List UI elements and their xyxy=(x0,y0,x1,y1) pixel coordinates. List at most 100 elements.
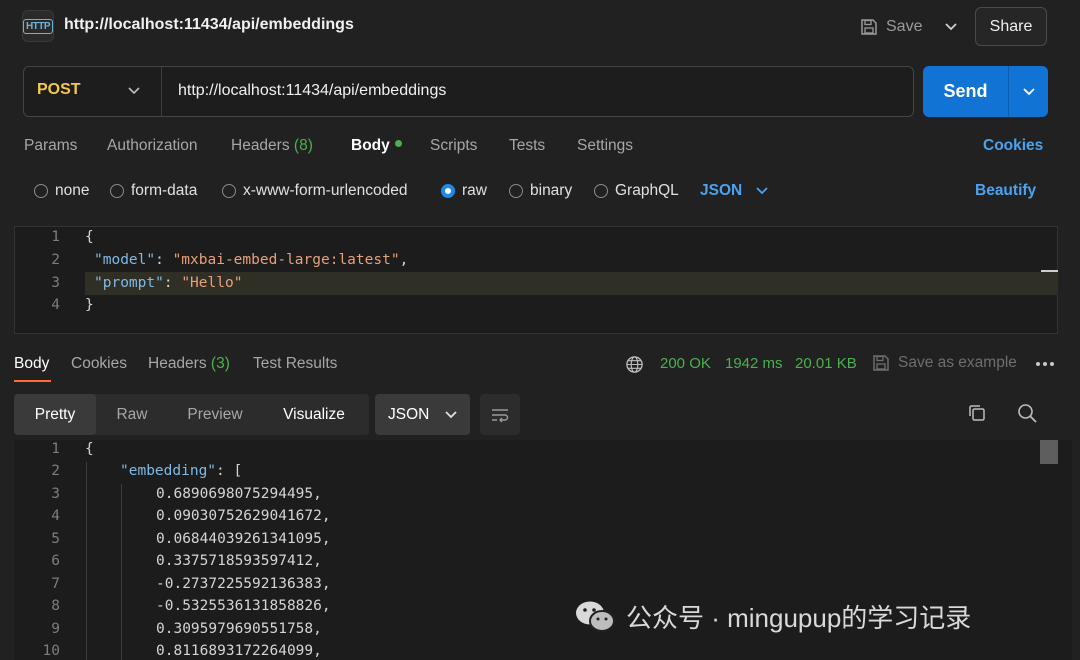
json-array-open: [ xyxy=(233,463,243,479)
share-button[interactable]: Share xyxy=(975,7,1047,46)
code-open-brace: { xyxy=(85,229,94,245)
tab-tests[interactable]: Tests xyxy=(509,137,545,155)
radio-none[interactable]: none xyxy=(34,182,89,200)
response-format-label: JSON xyxy=(388,405,430,423)
chevron-down-icon xyxy=(945,23,957,31)
send-button[interactable]: Send xyxy=(923,66,1008,117)
save-as-example-button[interactable]: Save as example xyxy=(872,354,1017,372)
chevron-down-icon xyxy=(756,187,768,195)
radio-label: raw xyxy=(462,182,487,199)
code-close-brace: } xyxy=(85,297,94,313)
save-options-button[interactable] xyxy=(940,14,962,40)
line-number: 3 xyxy=(51,275,60,291)
embedding-value: 0.8116893172264099, xyxy=(156,643,322,659)
tab-params[interactable]: Params xyxy=(24,137,77,155)
tab-headers[interactable]: Headers (8) xyxy=(231,137,313,155)
radio-circle-selected xyxy=(441,184,455,198)
code-line-model: "model": "mxbai-embed-large:latest", xyxy=(94,252,408,268)
copy-icon[interactable] xyxy=(966,402,988,424)
embedding-value: 0.06844039261341095, xyxy=(156,531,331,547)
radio-urlencoded[interactable]: x-www-form-urlencoded xyxy=(222,182,408,200)
line-number: 4 xyxy=(51,508,60,524)
response-headers-count: (3) xyxy=(210,355,230,372)
save-icon xyxy=(873,355,889,371)
search-icon[interactable] xyxy=(1016,402,1038,424)
response-format-select[interactable]: JSON xyxy=(375,394,470,435)
beautify-button[interactable]: Beautify xyxy=(975,182,1036,200)
response-tab-test-results[interactable]: Test Results xyxy=(253,355,337,373)
url-bar xyxy=(23,66,914,117)
save-as-example-label: Save as example xyxy=(898,354,1017,371)
response-tab-headers[interactable]: Headers (3) xyxy=(148,355,230,373)
status-code[interactable]: 200 OK xyxy=(660,355,711,372)
response-scrollbar-thumb[interactable] xyxy=(1040,440,1058,464)
line-number: 5 xyxy=(51,531,60,547)
wrap-lines-button[interactable] xyxy=(480,394,520,435)
line-number: 2 xyxy=(51,463,60,479)
watermark-text: 公众号 · mingupup的学习记录 xyxy=(626,603,972,633)
json-key: "model" xyxy=(94,252,156,268)
embedding-value: 0.3095979690551758, xyxy=(156,621,322,637)
radio-graphql[interactable]: GraphQL xyxy=(594,182,679,200)
radio-label: form-data xyxy=(131,182,198,199)
radio-label: binary xyxy=(530,182,573,199)
body-format-select[interactable]: JSON xyxy=(700,182,768,200)
code-line-prompt: "prompt": "Hello" xyxy=(94,275,242,291)
view-visualize[interactable]: Visualize xyxy=(268,394,360,435)
embedding-value: -0.5325536131858826, xyxy=(156,598,331,614)
more-options-icon[interactable] xyxy=(1035,356,1055,372)
tab-body-label: Body xyxy=(351,137,390,154)
method-select[interactable]: POST xyxy=(37,81,81,99)
radio-circle xyxy=(594,184,608,198)
view-raw[interactable]: Raw xyxy=(100,394,164,435)
line-number: 9 xyxy=(51,621,60,637)
radio-circle xyxy=(222,184,236,198)
radio-circle xyxy=(110,184,124,198)
embedding-value: 0.09030752629041672, xyxy=(156,508,331,524)
radio-label: GraphQL xyxy=(615,182,679,199)
watermark: 公众号 · mingupup的学习记录 xyxy=(574,598,971,635)
cookies-link[interactable]: Cookies xyxy=(983,137,1043,155)
json-string: "Hello" xyxy=(181,275,243,291)
response-tab-headers-label: Headers xyxy=(148,355,207,372)
view-preview[interactable]: Preview xyxy=(172,394,258,435)
url-input[interactable]: http://localhost:11434/api/embeddings xyxy=(178,82,446,100)
line-number: 2 xyxy=(51,252,60,268)
response-tab-cookies[interactable]: Cookies xyxy=(71,355,127,373)
body-indicator-dot xyxy=(394,140,402,147)
response-size[interactable]: 20.01 KB xyxy=(795,355,857,372)
chevron-down-icon[interactable] xyxy=(126,82,142,98)
json-colon: : xyxy=(155,252,164,268)
radio-form-data[interactable]: form-data xyxy=(110,182,197,200)
tab-body[interactable]: Body xyxy=(351,137,402,155)
radio-circle xyxy=(509,184,523,198)
embedding-value: 0.6890698075294495, xyxy=(156,486,322,502)
tab-scripts[interactable]: Scripts xyxy=(430,137,477,155)
headers-count: (8) xyxy=(293,137,313,154)
line-number: 8 xyxy=(51,598,60,614)
radio-raw[interactable]: raw xyxy=(441,182,487,200)
radio-binary[interactable]: binary xyxy=(509,182,572,200)
wechat-icon xyxy=(576,601,615,632)
json-key: "prompt" xyxy=(94,275,164,291)
save-button[interactable]: Save xyxy=(860,12,922,42)
tab-authorization[interactable]: Authorization xyxy=(107,137,197,155)
json-string: "mxbai-embed-large:latest" xyxy=(172,252,400,268)
chevron-down-icon xyxy=(1022,87,1035,95)
save-icon xyxy=(861,19,877,35)
tab-settings[interactable]: Settings xyxy=(577,137,633,155)
request-tab-title[interactable]: http://localhost:11434/api/embeddings xyxy=(64,16,354,34)
send-options-button[interactable] xyxy=(1008,66,1048,117)
globe-icon[interactable] xyxy=(625,355,644,374)
save-label: Save xyxy=(886,18,923,35)
line-number: 6 xyxy=(51,553,60,569)
line-number: 4 xyxy=(51,297,60,313)
response-time[interactable]: 1942 ms xyxy=(725,355,783,372)
radio-circle xyxy=(34,184,48,198)
response-tab-body[interactable]: Body xyxy=(14,355,49,373)
active-tab-underline xyxy=(14,380,51,382)
http-file-icon: HTTP xyxy=(22,10,54,42)
json-colon: : xyxy=(216,463,234,479)
line-number: 1 xyxy=(51,441,60,457)
view-pretty[interactable]: Pretty xyxy=(14,394,96,435)
